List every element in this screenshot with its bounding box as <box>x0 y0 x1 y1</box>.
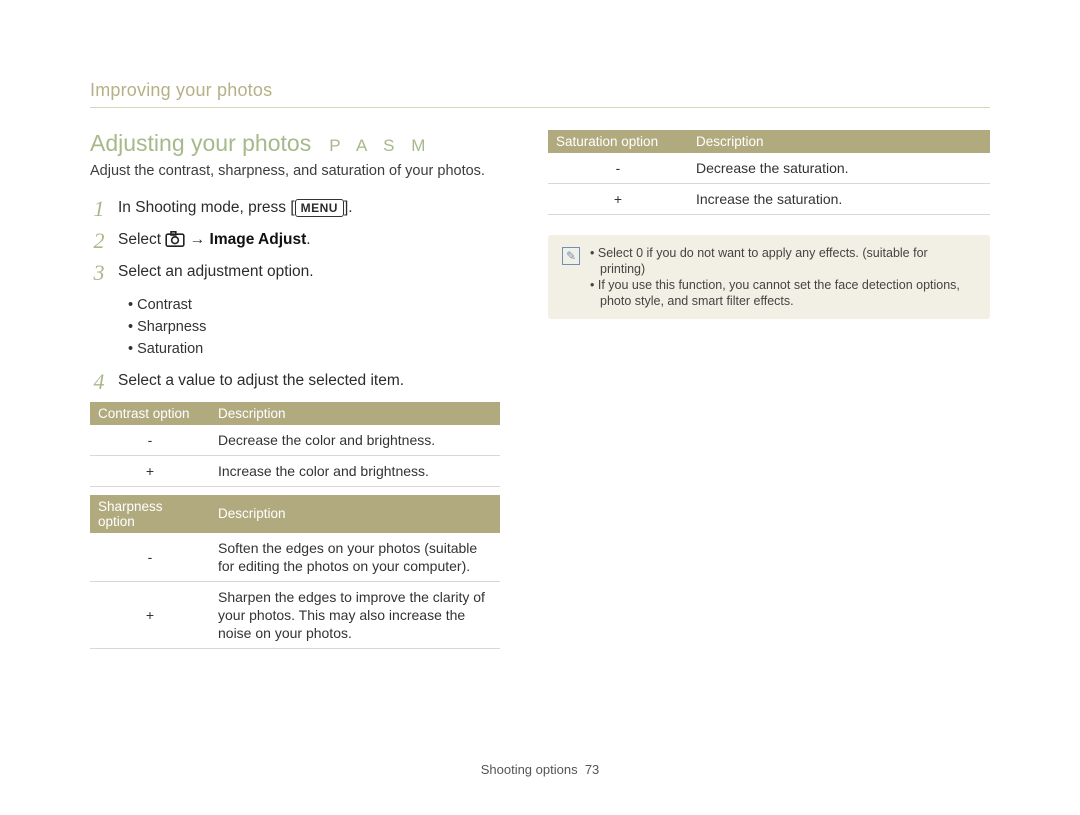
note-bold: 0 <box>636 246 643 260</box>
content-columns: Adjusting your photos P A S M Adjust the… <box>90 130 990 649</box>
step2-bold: Image Adjust <box>210 231 307 248</box>
contrast-table: Contrast option Description - Decrease t… <box>90 402 500 487</box>
option-cell: + <box>90 581 210 648</box>
option-cell: - <box>90 533 210 582</box>
bullet-saturation: Saturation <box>128 338 500 360</box>
table-header: Description <box>688 130 990 153</box>
description-cell: Decrease the saturation. <box>688 153 990 184</box>
step-number: 3 <box>90 261 108 285</box>
footer-section: Shooting options <box>481 762 578 777</box>
table-row: - Decrease the saturation. <box>548 153 990 184</box>
mode-badge: P A S M <box>329 136 431 156</box>
note-item: Select 0 if you do not want to apply any… <box>590 245 976 277</box>
table-row: - Decrease the color and brightness. <box>90 425 500 456</box>
note-icon: ✎ <box>562 247 580 265</box>
table-row: + Increase the color and brightness. <box>90 455 500 486</box>
bullet-contrast: Contrast <box>128 294 500 316</box>
step-text: Select an adjustment option. <box>118 261 314 283</box>
step-4: 4 Select a value to adjust the selected … <box>90 370 500 394</box>
section-title-text: Adjusting your photos <box>90 130 311 157</box>
menu-key-icon: MENU <box>295 199 344 217</box>
footer-page-number: 73 <box>585 762 599 777</box>
step2-post: . <box>306 231 310 248</box>
table-row: + Sharpen the edges to improve the clari… <box>90 581 500 648</box>
page-footer: Shooting options 73 <box>0 762 1080 777</box>
note-item: If you use this function, you cannot set… <box>590 277 976 309</box>
step1-pre: In Shooting mode, press [ <box>118 199 295 216</box>
sharpness-table: Sharpness option Description - Soften th… <box>90 495 500 649</box>
saturation-table: Saturation option Description - Decrease… <box>548 130 990 215</box>
option-cell: - <box>90 425 210 456</box>
breadcrumb: Improving your photos <box>90 80 990 108</box>
option-cell: + <box>548 184 688 215</box>
section-intro: Adjust the contrast, sharpness, and satu… <box>90 163 500 179</box>
description-cell: Soften the edges on your photos (suitabl… <box>210 533 500 582</box>
option-cell: - <box>548 153 688 184</box>
left-column: Adjusting your photos P A S M Adjust the… <box>90 130 500 649</box>
description-cell: Decrease the color and brightness. <box>210 425 500 456</box>
step-text: Select a value to adjust the selected it… <box>118 370 404 392</box>
table-row: - Soften the edges on your photos (suita… <box>90 533 500 582</box>
step1-post: ]. <box>344 199 353 216</box>
step-text: Select → Image Adjust. <box>118 229 311 251</box>
table-row: + Increase the saturation. <box>548 184 990 215</box>
bullet-sharpness: Sharpness <box>128 316 500 338</box>
step-number: 1 <box>90 197 108 221</box>
option-cell: + <box>90 455 210 486</box>
note-list: Select 0 if you do not want to apply any… <box>590 245 976 309</box>
step-2: 2 Select → Image Adjust. <box>90 229 500 253</box>
step-3: 3 Select an adjustment option. <box>90 261 500 285</box>
table-header: Description <box>210 495 500 533</box>
table-header: Contrast option <box>90 402 210 425</box>
right-column: Saturation option Description - Decrease… <box>548 130 990 649</box>
table-header: Sharpness option <box>90 495 210 533</box>
arrow-icon: → <box>185 231 209 248</box>
description-cell: Increase the color and brightness. <box>210 455 500 486</box>
step-number: 4 <box>90 370 108 394</box>
description-cell: Increase the saturation. <box>688 184 990 215</box>
adjustment-bullets: Contrast Sharpness Saturation <box>128 294 500 360</box>
step-1: 1 In Shooting mode, press [MENU]. <box>90 197 500 221</box>
step2-pre: Select <box>118 231 165 248</box>
section-title: Adjusting your photos P A S M <box>90 130 500 157</box>
note-box: ✎ Select 0 if you do not want to apply a… <box>548 235 990 319</box>
step-text: In Shooting mode, press [MENU]. <box>118 197 353 219</box>
camera-icon <box>165 231 185 247</box>
table-header: Saturation option <box>548 130 688 153</box>
step-number: 2 <box>90 229 108 253</box>
table-header: Description <box>210 402 500 425</box>
description-cell: Sharpen the edges to improve the clarity… <box>210 581 500 648</box>
